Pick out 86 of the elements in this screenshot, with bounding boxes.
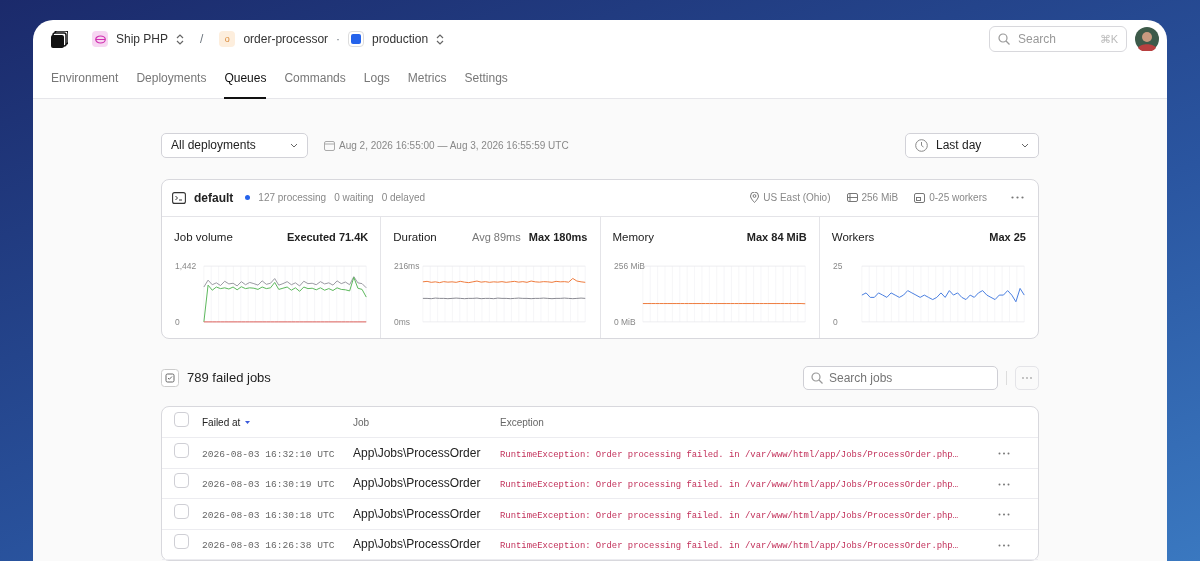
job-name: App\Jobs\ProcessOrder xyxy=(353,476,481,491)
metric-value: Max 180ms xyxy=(528,230,588,246)
environment-icon xyxy=(348,31,365,48)
timestamp: 2026-08-03 16:26:38 UTC xyxy=(202,540,335,552)
memory-label: 256 MiB xyxy=(861,191,899,206)
window-icon xyxy=(914,192,926,203)
metric-value: Executed 71.4K xyxy=(286,230,369,246)
caret-icon xyxy=(1021,142,1029,148)
queue-count: 0 delayed xyxy=(381,191,425,206)
clock-icon xyxy=(915,138,928,152)
metric-title: Duration xyxy=(393,229,437,245)
axis-label: 216ms xyxy=(394,261,420,272)
app-name[interactable]: order-processor xyxy=(243,30,329,49)
workers-label: 0-25 workers xyxy=(929,191,987,206)
metric-value: Max 84 MiB xyxy=(746,230,807,246)
row-checkbox[interactable] xyxy=(174,442,189,458)
search-icon xyxy=(998,33,1010,46)
metric-title: Job volume xyxy=(174,229,233,245)
breadcrumb-separator: · xyxy=(336,31,341,49)
more-icon[interactable] xyxy=(1011,196,1024,200)
more-icon[interactable] xyxy=(998,513,1010,517)
nav-tab[interactable]: Metrics xyxy=(407,58,447,99)
exception-message: RuntimeException: Order processing failed. in /var/www/html/app/Jobs/ProcessOrder.php… xyxy=(500,510,959,521)
job-name: App\Jobs\ProcessOrder xyxy=(353,445,481,460)
timestamp: 2026-08-03 16:30:18 UTC xyxy=(202,509,335,521)
terminal-icon xyxy=(172,191,186,204)
row-checkbox[interactable] xyxy=(174,503,189,519)
checkbox-icon xyxy=(161,369,179,387)
column-header: Exception xyxy=(500,415,544,430)
date-range: Aug 2, 2026 16:55:00 — Aug 3, 2026 16:55:59 UTC xyxy=(339,138,569,153)
caret-icon xyxy=(290,142,298,148)
axis-label: 0ms xyxy=(394,316,411,327)
region-label: US East (Ohio) xyxy=(763,191,831,206)
axis-label: 256 MiB xyxy=(613,261,645,272)
nav-tab[interactable]: Environment xyxy=(51,58,119,99)
queue-count: 0 waiting xyxy=(334,191,374,206)
exception-message: RuntimeException: Order processing failed. in /var/www/html/app/Jobs/ProcessOrder.php… xyxy=(500,541,959,552)
job-name: App\Jobs\ProcessOrder xyxy=(353,537,481,552)
metric-value: Max 25 xyxy=(989,230,1026,246)
job-name: App\Jobs\ProcessOrder xyxy=(353,506,481,521)
nav-tab[interactable]: Settings xyxy=(464,58,508,99)
avatar[interactable] xyxy=(1135,27,1159,52)
nav-tab[interactable]: Commands xyxy=(284,58,346,99)
logo-icon[interactable] xyxy=(51,30,68,48)
metric-title: Memory xyxy=(612,229,655,245)
location-pin-icon xyxy=(750,192,760,204)
environment-name[interactable]: production xyxy=(372,30,429,49)
timestamp: 2026-08-03 16:30:19 UTC xyxy=(202,479,335,491)
search-icon xyxy=(811,372,823,384)
queue-count: 127 processing xyxy=(258,191,327,206)
period-select[interactable]: Last day xyxy=(905,132,1039,158)
search-field[interactable]: Search jobs xyxy=(803,366,998,390)
metric-value: Avg 89ms xyxy=(472,230,521,246)
queue-name: default xyxy=(194,189,234,207)
axis-label: 0 xyxy=(175,316,180,327)
timestamp: 2026-08-03 16:32:10 UTC xyxy=(202,448,335,460)
deployment-select[interactable]: All deployments xyxy=(161,132,308,158)
row-checkbox[interactable] xyxy=(174,534,189,550)
exception-message: RuntimeException: Order processing failed. in /var/www/html/app/Jobs/ProcessOrder.php… xyxy=(500,449,959,460)
sort-icon[interactable] xyxy=(244,419,252,425)
axis-label: 25 xyxy=(832,261,843,272)
shortcut-hint: ⌘K xyxy=(1099,32,1118,48)
section-title: 789 failed jobs xyxy=(187,369,271,388)
more-icon[interactable] xyxy=(998,543,1010,547)
row-checkbox[interactable] xyxy=(174,473,189,489)
memory-icon xyxy=(846,193,858,203)
more-icon[interactable] xyxy=(998,452,1010,456)
column-header[interactable]: Failed at xyxy=(202,414,241,430)
org-name[interactable]: Ship PHP xyxy=(116,30,169,49)
column-header: Job xyxy=(353,415,370,430)
metric-title: Workers xyxy=(831,229,875,245)
more-icon[interactable] xyxy=(998,482,1010,486)
nav-tab[interactable]: Logs xyxy=(363,58,390,99)
calendar-icon xyxy=(324,139,335,151)
nav-tab[interactable]: Deployments xyxy=(136,58,207,99)
status-dot xyxy=(245,195,251,201)
exception-message: RuntimeException: Order processing failed. in /var/www/html/app/Jobs/ProcessOrder.php… xyxy=(500,480,959,491)
checkbox[interactable] xyxy=(174,412,189,427)
chevron-updown-icon[interactable] xyxy=(436,33,445,45)
axis-label: 1,442 xyxy=(175,261,197,272)
app-badge: o xyxy=(219,31,236,48)
axis-label: 0 xyxy=(832,316,838,327)
axis-label: 0 MiB xyxy=(613,316,636,327)
org-icon xyxy=(92,31,108,48)
chevron-updown-icon[interactable] xyxy=(176,33,185,45)
breadcrumb-separator: / xyxy=(200,31,204,49)
